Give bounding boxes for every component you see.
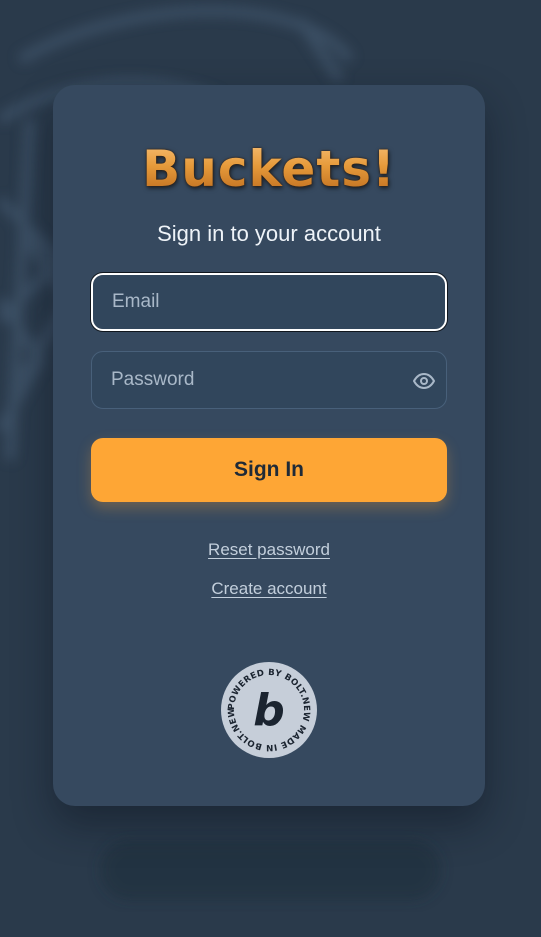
eye-icon xyxy=(413,373,435,389)
email-field[interactable] xyxy=(91,273,447,331)
create-account-link[interactable]: Create account xyxy=(53,579,485,599)
email-input[interactable] xyxy=(93,275,445,329)
sign-in-card: Buckets! Sign in to your account Sign In… xyxy=(53,85,485,806)
password-field[interactable] xyxy=(91,351,447,409)
show-password-toggle[interactable] xyxy=(412,369,436,393)
bolt-badge-icon: b xyxy=(253,685,285,736)
bolt-badge[interactable]: POWERED BY BOLT.NEW MADE IN BOLT.NEW b xyxy=(220,661,318,759)
page-subtitle: Sign in to your account xyxy=(157,221,381,246)
app-logo: Buckets! xyxy=(53,139,485,199)
sign-in-button[interactable]: Sign In xyxy=(91,438,447,502)
reset-password-link[interactable]: Reset password xyxy=(53,540,485,560)
password-input[interactable] xyxy=(92,352,446,408)
